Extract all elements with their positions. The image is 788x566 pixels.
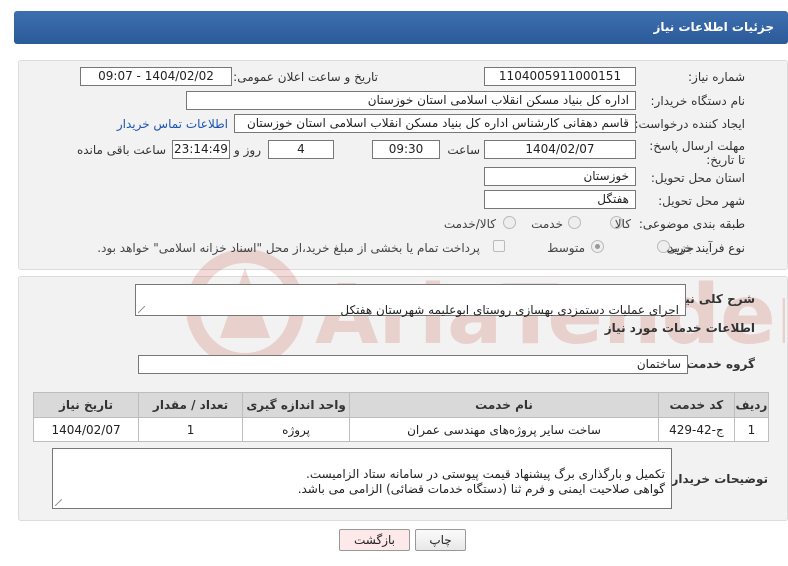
buyer-notes-text: تکمیل و بارگذاری برگ پیشنهاد قیمت پیوستی… (297, 467, 665, 496)
process-radio-medium[interactable] (591, 240, 604, 253)
buyer-notes-textarea[interactable]: تکمیل و بارگذاری برگ پیشنهاد قیمت پیوستی… (52, 448, 672, 509)
resize-grip-icon[interactable] (55, 499, 62, 506)
cell-date: 1404/02/07 (32, 417, 140, 442)
page-header: جزئیات اطلاعات نیاز (14, 11, 788, 44)
announce-label: تاریخ و ساعت اعلان عمومی: (233, 70, 378, 84)
cell-unit: پروژه (242, 417, 351, 442)
process-option-partial: جزیی (666, 241, 694, 255)
cell-quantity: 1 (138, 417, 244, 442)
col-quantity-header: تعداد / مقدار (138, 392, 244, 418)
contact-buyer-link[interactable]: اطلاعات تماس خریدار (117, 117, 228, 131)
service-group-label: گروه خدمت: (681, 357, 755, 371)
category-radio-service[interactable] (568, 216, 581, 229)
category-option-goods: کالا (614, 217, 631, 231)
category-radio-goods-service[interactable] (503, 216, 516, 229)
days-field[interactable]: 4 (268, 140, 334, 159)
print-button[interactable]: چاپ (415, 529, 466, 551)
payment-note: پرداخت تمام یا بخشی از مبلغ خرید،از محل … (97, 241, 480, 255)
time-label: ساعت (447, 143, 480, 157)
table-row[interactable]: 1 ج-42-429 ساخت سایر پروژه‌های مهندسی عم… (32, 417, 770, 442)
col-name-header: نام خدمت (349, 392, 659, 418)
city-label: شهر محل تحویل: (658, 194, 745, 208)
deadline-time-field[interactable]: 09:30 (372, 140, 440, 159)
table-header-row: ردیف کد خدمت نام خدمت واحد اندازه گیری ت… (32, 392, 770, 418)
service-group-field[interactable]: ساختمان (138, 355, 688, 374)
treasury-checkbox[interactable] (493, 240, 505, 252)
deadline-date-field[interactable]: 1404/02/07 (484, 140, 636, 159)
col-date-header: تاریخ نیاز (32, 392, 140, 418)
announce-field[interactable]: 1404/02/02 - 09:07 (80, 67, 232, 86)
cell-row: 1 (733, 417, 770, 442)
description-textarea[interactable]: اجرای عملیات دستمزدی بهسازی روستای ابوعل… (135, 284, 686, 317)
province-field[interactable]: خوزستان (484, 167, 636, 186)
buyer-field[interactable]: اداره کل بنیاد مسکن انقلاب اسلامی استان … (186, 91, 636, 110)
category-label: طبقه بندی موضوعی: (638, 217, 745, 231)
resize-grip-icon[interactable] (138, 306, 145, 313)
remaining-time-field[interactable]: 23:14:49 (172, 140, 230, 159)
process-option-medium: متوسط (547, 241, 585, 255)
city-field[interactable]: هفتگل (484, 190, 636, 209)
category-option-goods-service: کالا/خدمت (443, 217, 496, 231)
need-number-label: شماره نیاز: (688, 70, 745, 84)
col-code-header: کد خدمت (657, 392, 735, 418)
buyer-label: نام دستگاه خریدار: (650, 94, 746, 108)
cell-code: ج-42-429 (657, 417, 735, 442)
creator-label: ایجاد کننده درخواست: (634, 117, 745, 131)
remaining-label: ساعت باقی مانده (76, 143, 166, 157)
page-title: جزئیات اطلاعات نیاز (653, 20, 774, 34)
province-label: استان محل تحویل: (650, 171, 745, 185)
creator-field[interactable]: قاسم دهقانی کارشناس اداره کل بنیاد مسکن … (234, 114, 636, 133)
col-unit-header: واحد اندازه گیری (242, 392, 351, 418)
col-row-header: ردیف (733, 392, 770, 418)
need-number-field[interactable]: 1104005911000151 (484, 67, 636, 86)
buyer-notes-label: توضیحات خریدار: (666, 472, 768, 486)
back-button[interactable]: بازگشت (339, 529, 410, 551)
description-text: اجرای عملیات دستمزدی بهسازی روستای ابوعل… (340, 303, 679, 317)
category-option-service: خدمت (531, 217, 563, 231)
cell-name: ساخت سایر پروژه‌های مهندسی عمران (349, 417, 659, 442)
services-heading: اطلاعات خدمات مورد نیاز (604, 321, 755, 335)
services-table: ردیف کد خدمت نام خدمت واحد اندازه گیری ت… (32, 392, 770, 442)
deadline-label: مهلت ارسال پاسخ: تا تاریخ: (649, 139, 745, 167)
days-label: روز و (234, 143, 261, 157)
